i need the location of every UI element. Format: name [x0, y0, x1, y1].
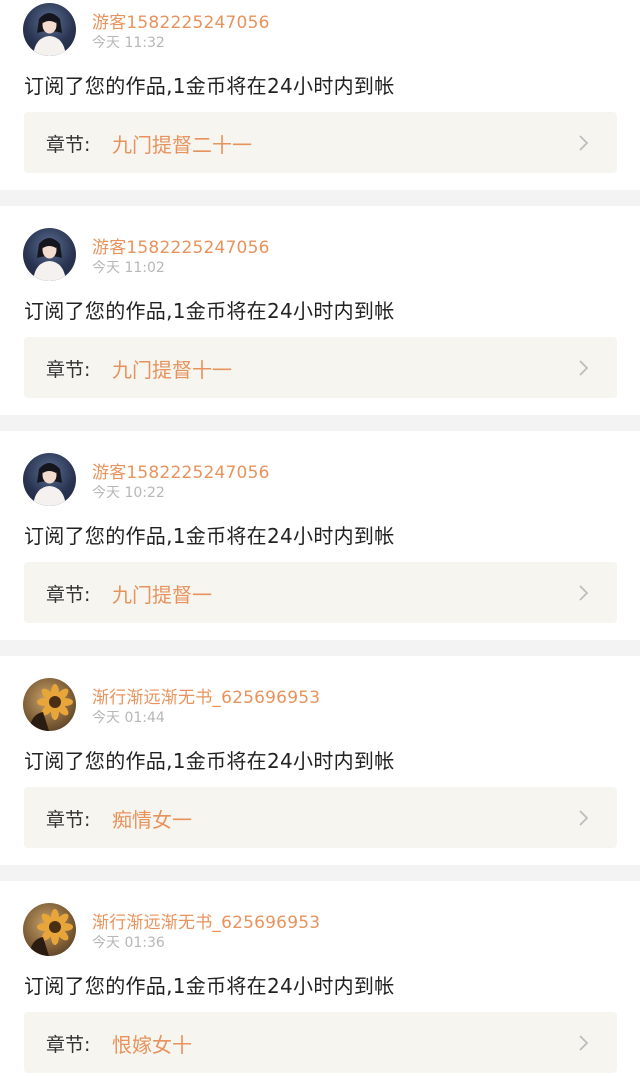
notification-card: 渐行渐远渐无书_625696953 今天 01:44 订阅了您的作品,1金币将在…	[0, 656, 640, 865]
guest-avatar-icon	[33, 238, 66, 281]
message-text: 订阅了您的作品,1金币将在24小时内到帐	[24, 74, 395, 98]
chapter-label: 章节:	[46, 1034, 91, 1056]
chapter-label: 章节:	[46, 584, 91, 606]
timestamp: 今天 11:02	[92, 260, 165, 276]
username[interactable]: 渐行渐远渐无书_625696953	[92, 908, 320, 933]
timestamp: 今天 01:44	[92, 710, 165, 726]
chapter-link[interactable]: 章节: 痴情女一	[24, 787, 617, 848]
chevron-right-icon	[579, 810, 589, 826]
message-text: 订阅了您的作品,1金币将在24小时内到帐	[24, 524, 395, 548]
message-text: 订阅了您的作品,1金币将在24小时内到帐	[24, 749, 395, 773]
username[interactable]: 游客1582225247056	[92, 233, 270, 258]
notification-card: 渐行渐远渐无书_625696953 今天 01:36 订阅了您的作品,1金币将在…	[0, 881, 640, 1077]
chapter-title: 九门提督十一	[112, 358, 232, 382]
user-avatar[interactable]	[23, 678, 76, 731]
chapter-label: 章节:	[46, 809, 91, 831]
user-avatar[interactable]	[23, 453, 76, 506]
chapter-link[interactable]: 章节: 九门提督二十一	[24, 112, 617, 173]
chapter-title: 痴情女一	[112, 808, 192, 832]
chapter-label: 章节:	[46, 134, 91, 156]
chapter-label: 章节:	[46, 359, 91, 381]
chapter-link[interactable]: 章节: 九门提督十一	[24, 337, 617, 398]
notification-card: 游客1582225247056 今天 11:02 订阅了您的作品,1金币将在24…	[0, 206, 640, 415]
guest-avatar-icon	[33, 463, 66, 506]
username[interactable]: 渐行渐远渐无书_625696953	[92, 683, 320, 708]
notification-feed: 游客1582225247056 今天 11:32 订阅了您的作品,1金币将在24…	[0, 0, 640, 1077]
notification-card: 游客1582225247056 今天 10:22 订阅了您的作品,1金币将在24…	[0, 431, 640, 640]
timestamp: 今天 11:32	[92, 35, 165, 51]
notification-card: 游客1582225247056 今天 11:32 订阅了您的作品,1金币将在24…	[0, 0, 640, 190]
message-text: 订阅了您的作品,1金币将在24小时内到帐	[24, 299, 395, 323]
chapter-title: 九门提督一	[112, 583, 212, 607]
username[interactable]: 游客1582225247056	[92, 8, 270, 33]
chapter-title: 恨嫁女十	[112, 1033, 192, 1057]
chevron-right-icon	[579, 1035, 589, 1051]
guest-avatar-icon	[33, 13, 66, 56]
user-avatar[interactable]	[23, 3, 76, 56]
chevron-right-icon	[579, 360, 589, 376]
timestamp: 今天 10:22	[92, 485, 165, 501]
user-avatar[interactable]	[23, 228, 76, 281]
user-avatar[interactable]	[23, 903, 76, 956]
chapter-title: 九门提督二十一	[112, 133, 252, 157]
chevron-right-icon	[579, 585, 589, 601]
chapter-link[interactable]: 章节: 九门提督一	[24, 562, 617, 623]
message-text: 订阅了您的作品,1金币将在24小时内到帐	[24, 974, 395, 998]
sunflower-avatar-icon	[29, 684, 73, 731]
username[interactable]: 游客1582225247056	[92, 458, 270, 483]
chevron-right-icon	[579, 135, 589, 151]
timestamp: 今天 01:36	[92, 935, 165, 951]
chapter-link[interactable]: 章节: 恨嫁女十	[24, 1012, 617, 1073]
sunflower-avatar-icon	[29, 909, 73, 956]
